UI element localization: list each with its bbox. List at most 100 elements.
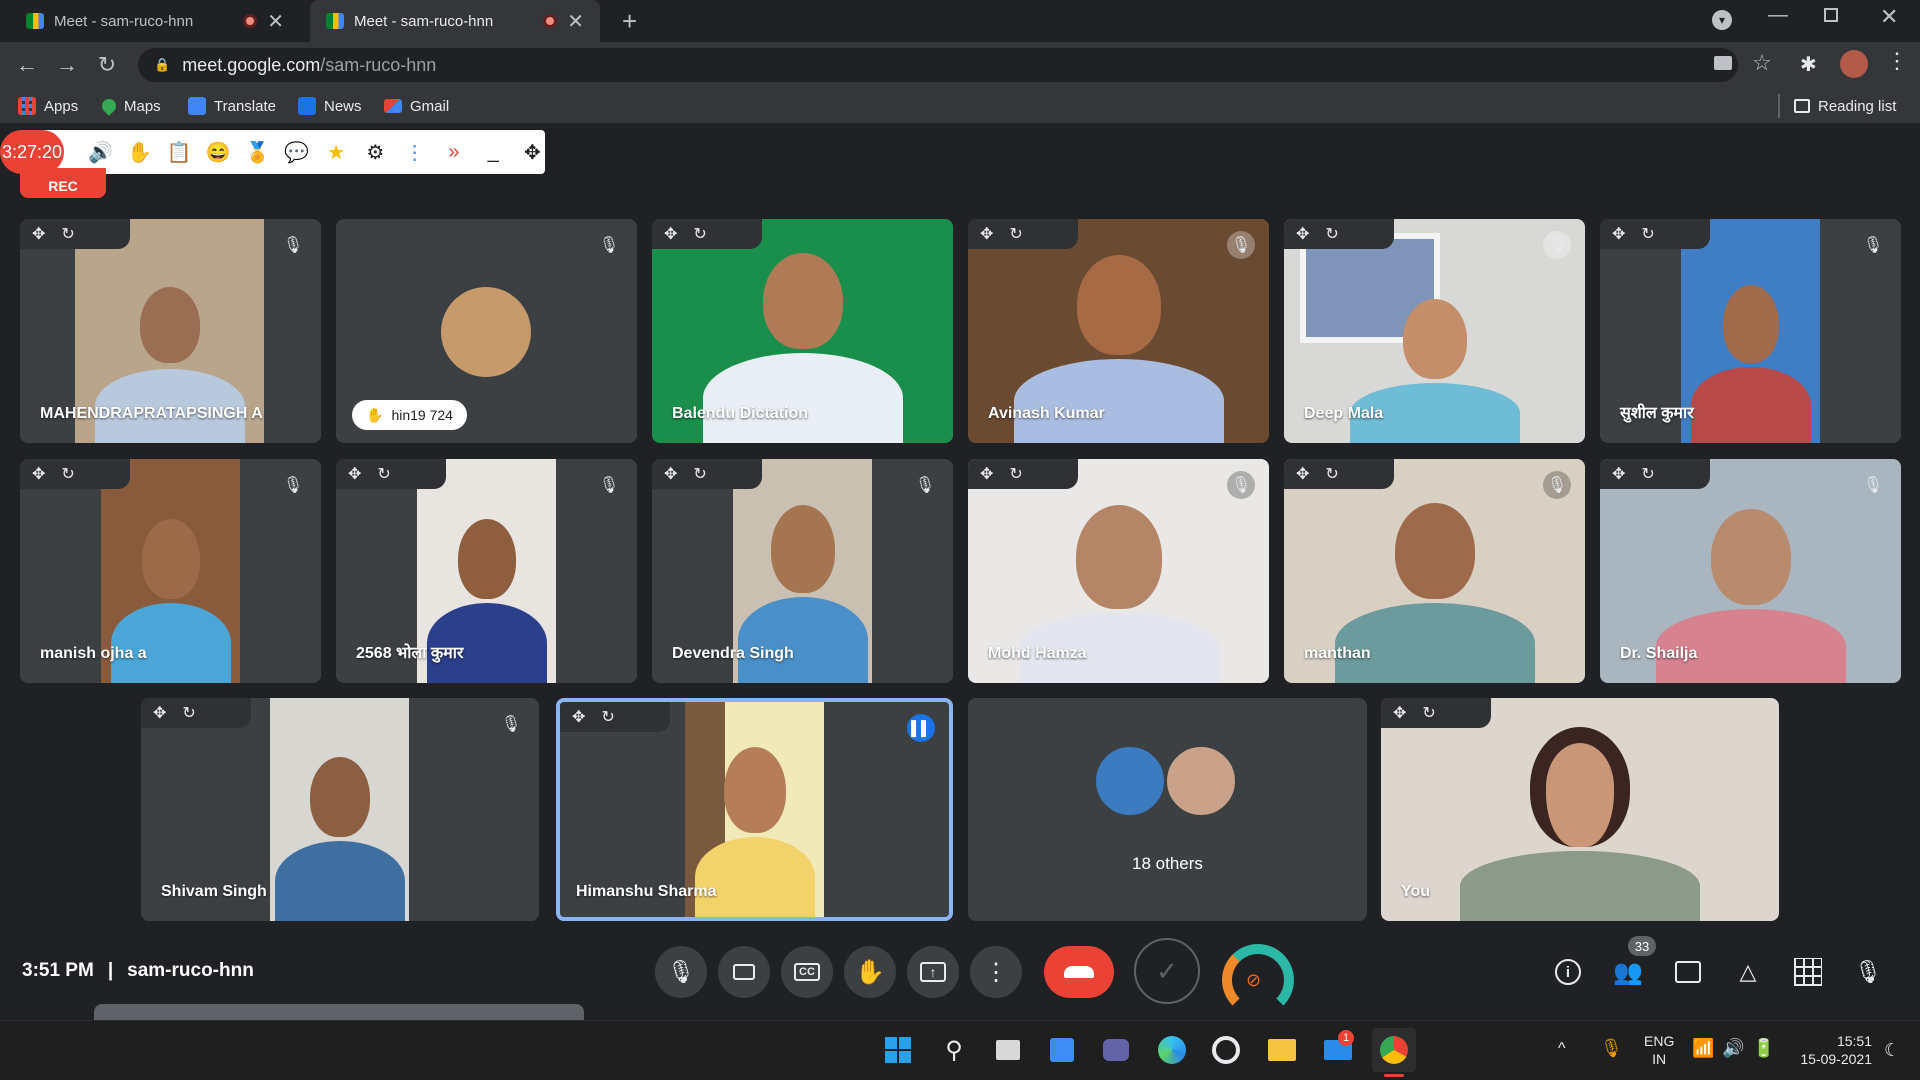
profile-avatar[interactable]: [1840, 50, 1868, 78]
participant-tile[interactable]: ✥ ↻ Balendu Dictation: [652, 219, 953, 443]
refresh-icon[interactable]: ↻: [1009, 224, 1022, 244]
clock[interactable]: 15:51 15-09-2021: [1792, 1032, 1872, 1068]
extension-strip[interactable]: [94, 1004, 584, 1020]
reading-list-button[interactable]: Reading list: [1794, 94, 1896, 118]
chat-bubble-icon[interactable]: 💬: [284, 139, 309, 165]
forward-button[interactable]: →: [52, 50, 82, 80]
refresh-icon[interactable]: ↻: [693, 464, 706, 484]
meeting-info-button[interactable]: i: [1546, 950, 1590, 994]
browser-app-button[interactable]: [1204, 1028, 1248, 1072]
others-tile[interactable]: 18 others: [968, 698, 1367, 921]
raise-hand-icon[interactable]: ✋: [127, 139, 152, 165]
people-button[interactable]: 👥: [1606, 950, 1650, 994]
move-icon[interactable]: ✥: [1296, 464, 1309, 484]
tile-controls[interactable]: ✥ ↻: [336, 459, 446, 489]
bookmark-news[interactable]: News: [298, 94, 362, 118]
refresh-icon[interactable]: ↻: [61, 464, 74, 484]
mic-in-use-icon[interactable]: 🎙: [1600, 1038, 1623, 1059]
participant-tile[interactable]: ✥ ↻ 🎙 Shivam Singh: [141, 698, 539, 921]
refresh-icon[interactable]: ↻: [1325, 464, 1338, 484]
tile-controls[interactable]: ✥ ↻: [1284, 459, 1394, 489]
bookmark-gmail[interactable]: Gmail: [384, 94, 449, 118]
refresh-icon[interactable]: ↻: [61, 224, 74, 244]
move-icon[interactable]: ✥: [1612, 464, 1625, 484]
tile-controls[interactable]: ✥ ↻: [652, 219, 762, 249]
move-icon[interactable]: ✥: [664, 464, 677, 484]
start-button[interactable]: [876, 1028, 920, 1072]
show-hidden-icons[interactable]: ^: [1558, 1040, 1566, 1058]
move-icon[interactable]: ✥: [1393, 703, 1406, 723]
move-icon[interactable]: ✥: [980, 464, 993, 484]
tile-controls[interactable]: ✥ ↻: [1600, 459, 1710, 489]
camera-button[interactable]: [718, 946, 770, 998]
raise-hand-button[interactable]: ✋: [844, 946, 896, 998]
notification-moon-icon[interactable]: ☾: [1884, 1040, 1900, 1061]
refresh-icon[interactable]: ↻: [377, 464, 390, 484]
speaker-icon[interactable]: 🔊: [88, 139, 113, 165]
participant-tile[interactable]: ✥ ↻ 🎙 2568 भोला कुमार: [336, 459, 637, 683]
captions-button[interactable]: CC: [781, 946, 833, 998]
participant-tile[interactable]: ✥ ↻ 🎙 Dr. Shailja: [1600, 459, 1901, 683]
attendance-check-button[interactable]: ✓: [1134, 938, 1200, 1004]
tile-controls[interactable]: ✥ ↻: [1284, 219, 1394, 249]
extensions-icon[interactable]: ✱: [1800, 52, 1817, 77]
emotion-gauge-button[interactable]: ⊘: [1222, 944, 1294, 1016]
leave-call-button[interactable]: [1044, 946, 1114, 998]
refresh-icon[interactable]: ↻: [182, 703, 195, 723]
participant-tile-speaking[interactable]: ✥ ↻ ▌▌ Himanshu Sharma: [556, 698, 953, 921]
participant-tile[interactable]: ✥ ↻ 🎙 सुशील कुमार: [1600, 219, 1901, 443]
move-icon[interactable]: ✥: [348, 464, 361, 484]
tile-controls[interactable]: ✥ ↻: [652, 459, 762, 489]
more-vert-icon[interactable]: ⋮: [402, 139, 427, 165]
reload-button[interactable]: ↻: [92, 50, 122, 80]
fast-forward-icon[interactable]: »: [441, 139, 466, 165]
tile-controls[interactable]: ✥ ↻: [968, 219, 1078, 249]
refresh-icon[interactable]: ↻: [1422, 703, 1435, 723]
participant-tile[interactable]: ✥ ↻ 🎙 Avinash Kumar: [968, 219, 1269, 443]
star-icon[interactable]: ★: [324, 139, 349, 165]
tile-controls[interactable]: ✥ ↻: [141, 698, 251, 728]
participant-tile[interactable]: ✥ ↻ 🎙 Mohd Hamza: [968, 459, 1269, 683]
minimize-button[interactable]: —: [1768, 4, 1788, 27]
microphone-button[interactable]: 🎙: [655, 946, 707, 998]
browser-tab-2[interactable]: Meet - sam-ruco-hnn ✕: [310, 0, 600, 42]
settings-gear-icon[interactable]: ⚙: [363, 139, 388, 165]
move-icon[interactable]: ✥: [1612, 224, 1625, 244]
browser-tab-1[interactable]: Meet - sam-ruco-hnn ✕: [10, 0, 300, 42]
grid-view-button[interactable]: [1786, 950, 1830, 994]
refresh-icon[interactable]: ↻: [601, 707, 614, 727]
close-tab-icon[interactable]: ✕: [567, 9, 584, 34]
search-button[interactable]: ⚲: [932, 1028, 976, 1072]
badge-icon[interactable]: 🏅: [245, 139, 270, 165]
participant-tile[interactable]: ✥ ↻ 🎙 MAHENDRAPRATAPSINGH A: [20, 219, 321, 443]
bookmark-translate[interactable]: Translate: [188, 94, 276, 118]
bookmark-apps[interactable]: Apps: [18, 94, 78, 118]
notes-icon[interactable]: 📋: [167, 139, 192, 165]
refresh-icon[interactable]: ↻: [1325, 224, 1338, 244]
refresh-icon[interactable]: ↻: [1641, 464, 1654, 484]
system-tray[interactable]: 📶 🔊 🔋: [1692, 1038, 1775, 1059]
file-explorer-button[interactable]: [1260, 1028, 1304, 1072]
self-tile[interactable]: ✥ ↻ You: [1381, 698, 1779, 921]
tile-controls[interactable]: ✥ ↻: [20, 219, 130, 249]
participant-tile[interactable]: 🎙 ✋ hin19 724: [336, 219, 637, 443]
close-window-button[interactable]: ✕: [1880, 4, 1898, 30]
tile-controls[interactable]: ✥ ↻: [20, 459, 130, 489]
move-icon[interactable]: ✥: [153, 703, 166, 723]
activities-button[interactable]: △: [1726, 950, 1770, 994]
drag-move-icon[interactable]: ✥: [520, 139, 545, 165]
move-icon[interactable]: ✥: [980, 224, 993, 244]
participant-tile[interactable]: ✥ ↻ 🎙 manish ojha a: [20, 459, 321, 683]
tab-search-icon[interactable]: ▾: [1712, 10, 1732, 30]
move-icon[interactable]: ✥: [1296, 224, 1309, 244]
camera-in-use-icon[interactable]: [1714, 56, 1732, 70]
close-tab-icon[interactable]: ✕: [267, 9, 284, 34]
present-screen-button[interactable]: ↑: [907, 946, 959, 998]
teams-chat-button[interactable]: [1094, 1028, 1138, 1072]
move-icon[interactable]: ✥: [32, 224, 45, 244]
chrome-taskbar-button[interactable]: [1372, 1028, 1416, 1072]
tile-controls[interactable]: ✥ ↻: [560, 702, 670, 732]
more-options-button[interactable]: ⋮: [970, 946, 1022, 998]
chat-button[interactable]: [1666, 950, 1710, 994]
participant-tile[interactable]: ✥ ↻ 🎙 manthan: [1284, 459, 1585, 683]
